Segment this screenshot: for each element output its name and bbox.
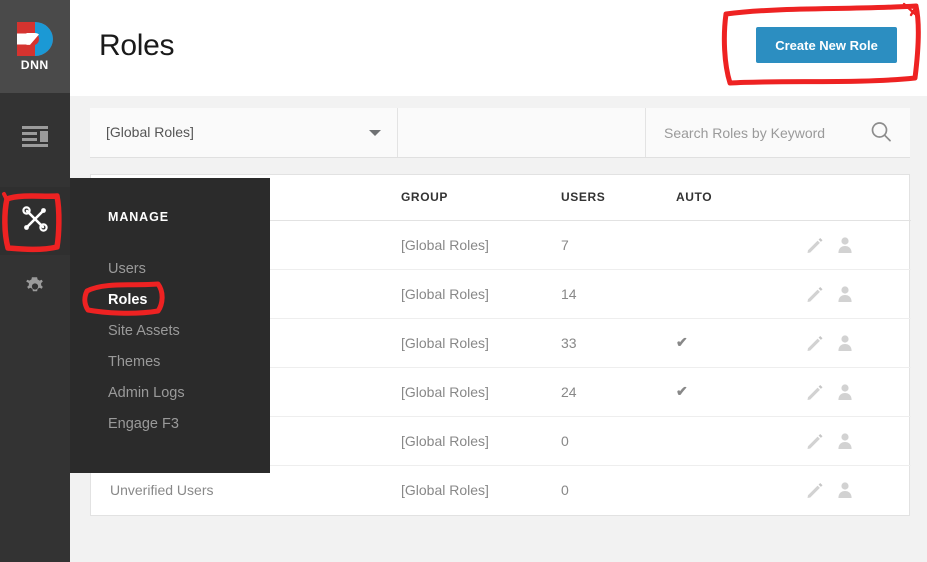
cell-group: [Global Roles] (401, 318, 561, 368)
group-filter-select[interactable]: [Global Roles] (90, 108, 398, 157)
rail-item-settings[interactable] (0, 255, 70, 323)
app-root: DNN Roles Create New Role [Global Roles]… (0, 0, 927, 562)
column-header-group[interactable]: GROUP (401, 175, 561, 221)
manage-flyout-menu: MANAGE Users Roles Site Assets Themes Ad… (70, 178, 270, 473)
cell-users: 14 (561, 269, 676, 319)
cell-group: [Global Roles] (401, 367, 561, 417)
rail-item-tools[interactable] (0, 187, 70, 255)
cell-group: [Global Roles] (401, 269, 561, 319)
user-icon[interactable] (836, 285, 854, 303)
chevron-down-icon (369, 130, 381, 136)
column-header-users[interactable]: USERS (561, 175, 676, 221)
cell-group: [Global Roles] (401, 220, 561, 270)
cell-users: 0 (561, 416, 676, 466)
cell-group: [Global Roles] (401, 481, 489, 498)
tools-icon (21, 205, 49, 238)
edit-pencil-icon[interactable] (806, 383, 824, 401)
flyout-item-engage-f3[interactable]: Engage F3 (108, 409, 258, 440)
user-icon[interactable] (836, 481, 854, 499)
edit-pencil-icon[interactable] (806, 481, 824, 499)
page-title: Roles (99, 29, 175, 62)
cell-actions (806, 318, 911, 368)
cell-auto: ✔ (676, 318, 806, 368)
cell-auto (676, 416, 806, 466)
brand-logo-block[interactable]: DNN (0, 0, 70, 93)
rail-item-pages[interactable] (0, 105, 70, 173)
cell-users: 7 (561, 220, 676, 270)
flyout-item-users[interactable]: Users (108, 254, 258, 285)
cell-group: [Global Roles] (401, 416, 561, 466)
cell-auto: ✔ (676, 367, 806, 417)
cell-auto (676, 220, 806, 270)
flyout-item-site-assets[interactable]: Site Assets (108, 316, 258, 347)
edit-pencil-icon[interactable] (806, 285, 824, 303)
cell-auto (676, 465, 806, 514)
filter-bar: [Global Roles] (90, 108, 910, 158)
group-filter-value: [Global Roles] (106, 124, 194, 140)
page-header: Roles Create New Role (70, 0, 927, 96)
edit-pencil-icon[interactable] (806, 334, 824, 352)
flyout-item-admin-logs[interactable]: Admin Logs (108, 378, 258, 409)
dnn-wordmark: DNN (20, 58, 50, 72)
cell-actions (806, 269, 911, 319)
search-icon[interactable] (870, 121, 892, 143)
left-icon-rail: DNN (0, 0, 70, 562)
cell-users: 0 (561, 481, 569, 498)
column-header-actions (806, 175, 911, 221)
create-new-role-button[interactable]: Create New Role (756, 27, 897, 63)
user-icon[interactable] (836, 236, 854, 254)
flyout-menu-list: Users Roles Site Assets Themes Admin Log… (108, 254, 258, 440)
flyout-section-title: MANAGE (108, 210, 169, 224)
edit-pencil-icon[interactable] (806, 236, 824, 254)
search-container (645, 108, 910, 157)
cell-actions (806, 220, 911, 270)
cell-auto (676, 269, 806, 319)
search-input[interactable] (664, 122, 854, 144)
flyout-item-themes[interactable]: Themes (108, 347, 258, 378)
cell-actions (806, 367, 911, 417)
cell-users: 24 (561, 367, 676, 417)
flyout-item-roles[interactable]: Roles (108, 285, 258, 316)
user-icon[interactable] (836, 334, 854, 352)
cell-actions (806, 416, 911, 466)
cell-users: 33 (561, 318, 676, 368)
user-icon[interactable] (836, 383, 854, 401)
cell-actions (806, 465, 911, 514)
edit-pencil-icon[interactable] (806, 432, 824, 450)
gear-icon (23, 275, 47, 304)
dnn-logo (17, 22, 53, 56)
column-header-auto[interactable]: AUTO (676, 175, 806, 221)
pages-icon (22, 125, 48, 153)
user-icon[interactable] (836, 432, 854, 450)
